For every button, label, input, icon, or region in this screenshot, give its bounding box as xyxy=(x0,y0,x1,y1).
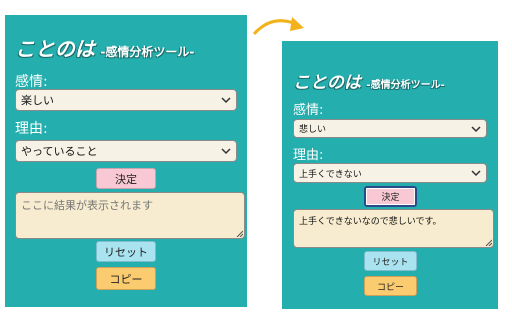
reset-button[interactable]: リセット xyxy=(364,251,417,271)
resize-grip-icon[interactable] xyxy=(485,239,492,246)
emotion-select-value: 悲しい xyxy=(299,125,327,135)
reason-select[interactable]: 上手くできない xyxy=(293,163,487,183)
chevron-down-icon xyxy=(221,148,231,155)
reset-button[interactable]: リセット xyxy=(96,241,156,262)
result-text: 上手くできないなので悲しいです。 xyxy=(299,217,442,227)
decide-button[interactable]: 決定 xyxy=(96,168,156,189)
emotion-select[interactable]: 悲しい xyxy=(293,119,487,138)
reason-select-value: 上手くできない xyxy=(299,169,362,180)
app-title-main: ことのは xyxy=(293,73,361,93)
reason-label: 理由: xyxy=(293,148,324,163)
chevron-down-icon xyxy=(471,125,481,132)
result-textarea[interactable]: 上手くできないなので悲しいです。 xyxy=(293,209,494,248)
decide-button[interactable]: 決定 xyxy=(364,186,417,207)
app-subtitle: -感情分析ツール- xyxy=(366,80,445,91)
reason-label: 理由: xyxy=(15,121,48,137)
result-placeholder: ここに結果が表示されます xyxy=(21,199,153,212)
app-panel-after: ことのは -感情分析ツール- 感情: 悲しい 理由: 上手くできない 決定 上手… xyxy=(282,41,498,309)
reason-select-value: やっていること xyxy=(21,145,98,158)
resize-grip-icon[interactable] xyxy=(236,230,243,237)
copy-button[interactable]: コピー xyxy=(364,276,417,296)
app-title: ことのは -感情分析ツール- xyxy=(15,33,194,62)
result-textarea[interactable]: ここに結果が表示されます xyxy=(15,192,245,239)
emotion-label: 感情: xyxy=(15,74,48,90)
reason-select[interactable]: やっていること xyxy=(15,140,237,162)
app-title: ことのは -感情分析ツール- xyxy=(293,68,445,93)
emotion-select-value: 楽しい xyxy=(21,94,54,107)
chevron-down-icon xyxy=(221,97,231,104)
app-title-main: ことのは xyxy=(15,37,95,61)
app-panel-before: ことのは -感情分析ツール- 感情: 楽しい 理由: やっていること 決定 ここ… xyxy=(5,15,247,307)
copy-button[interactable]: コピー xyxy=(96,267,156,290)
curved-arrow-right-icon xyxy=(252,17,304,36)
emotion-select[interactable]: 楽しい xyxy=(15,89,237,111)
emotion-label: 感情: xyxy=(293,103,324,118)
app-subtitle: -感情分析ツール- xyxy=(100,45,195,59)
chevron-down-icon xyxy=(471,170,481,177)
